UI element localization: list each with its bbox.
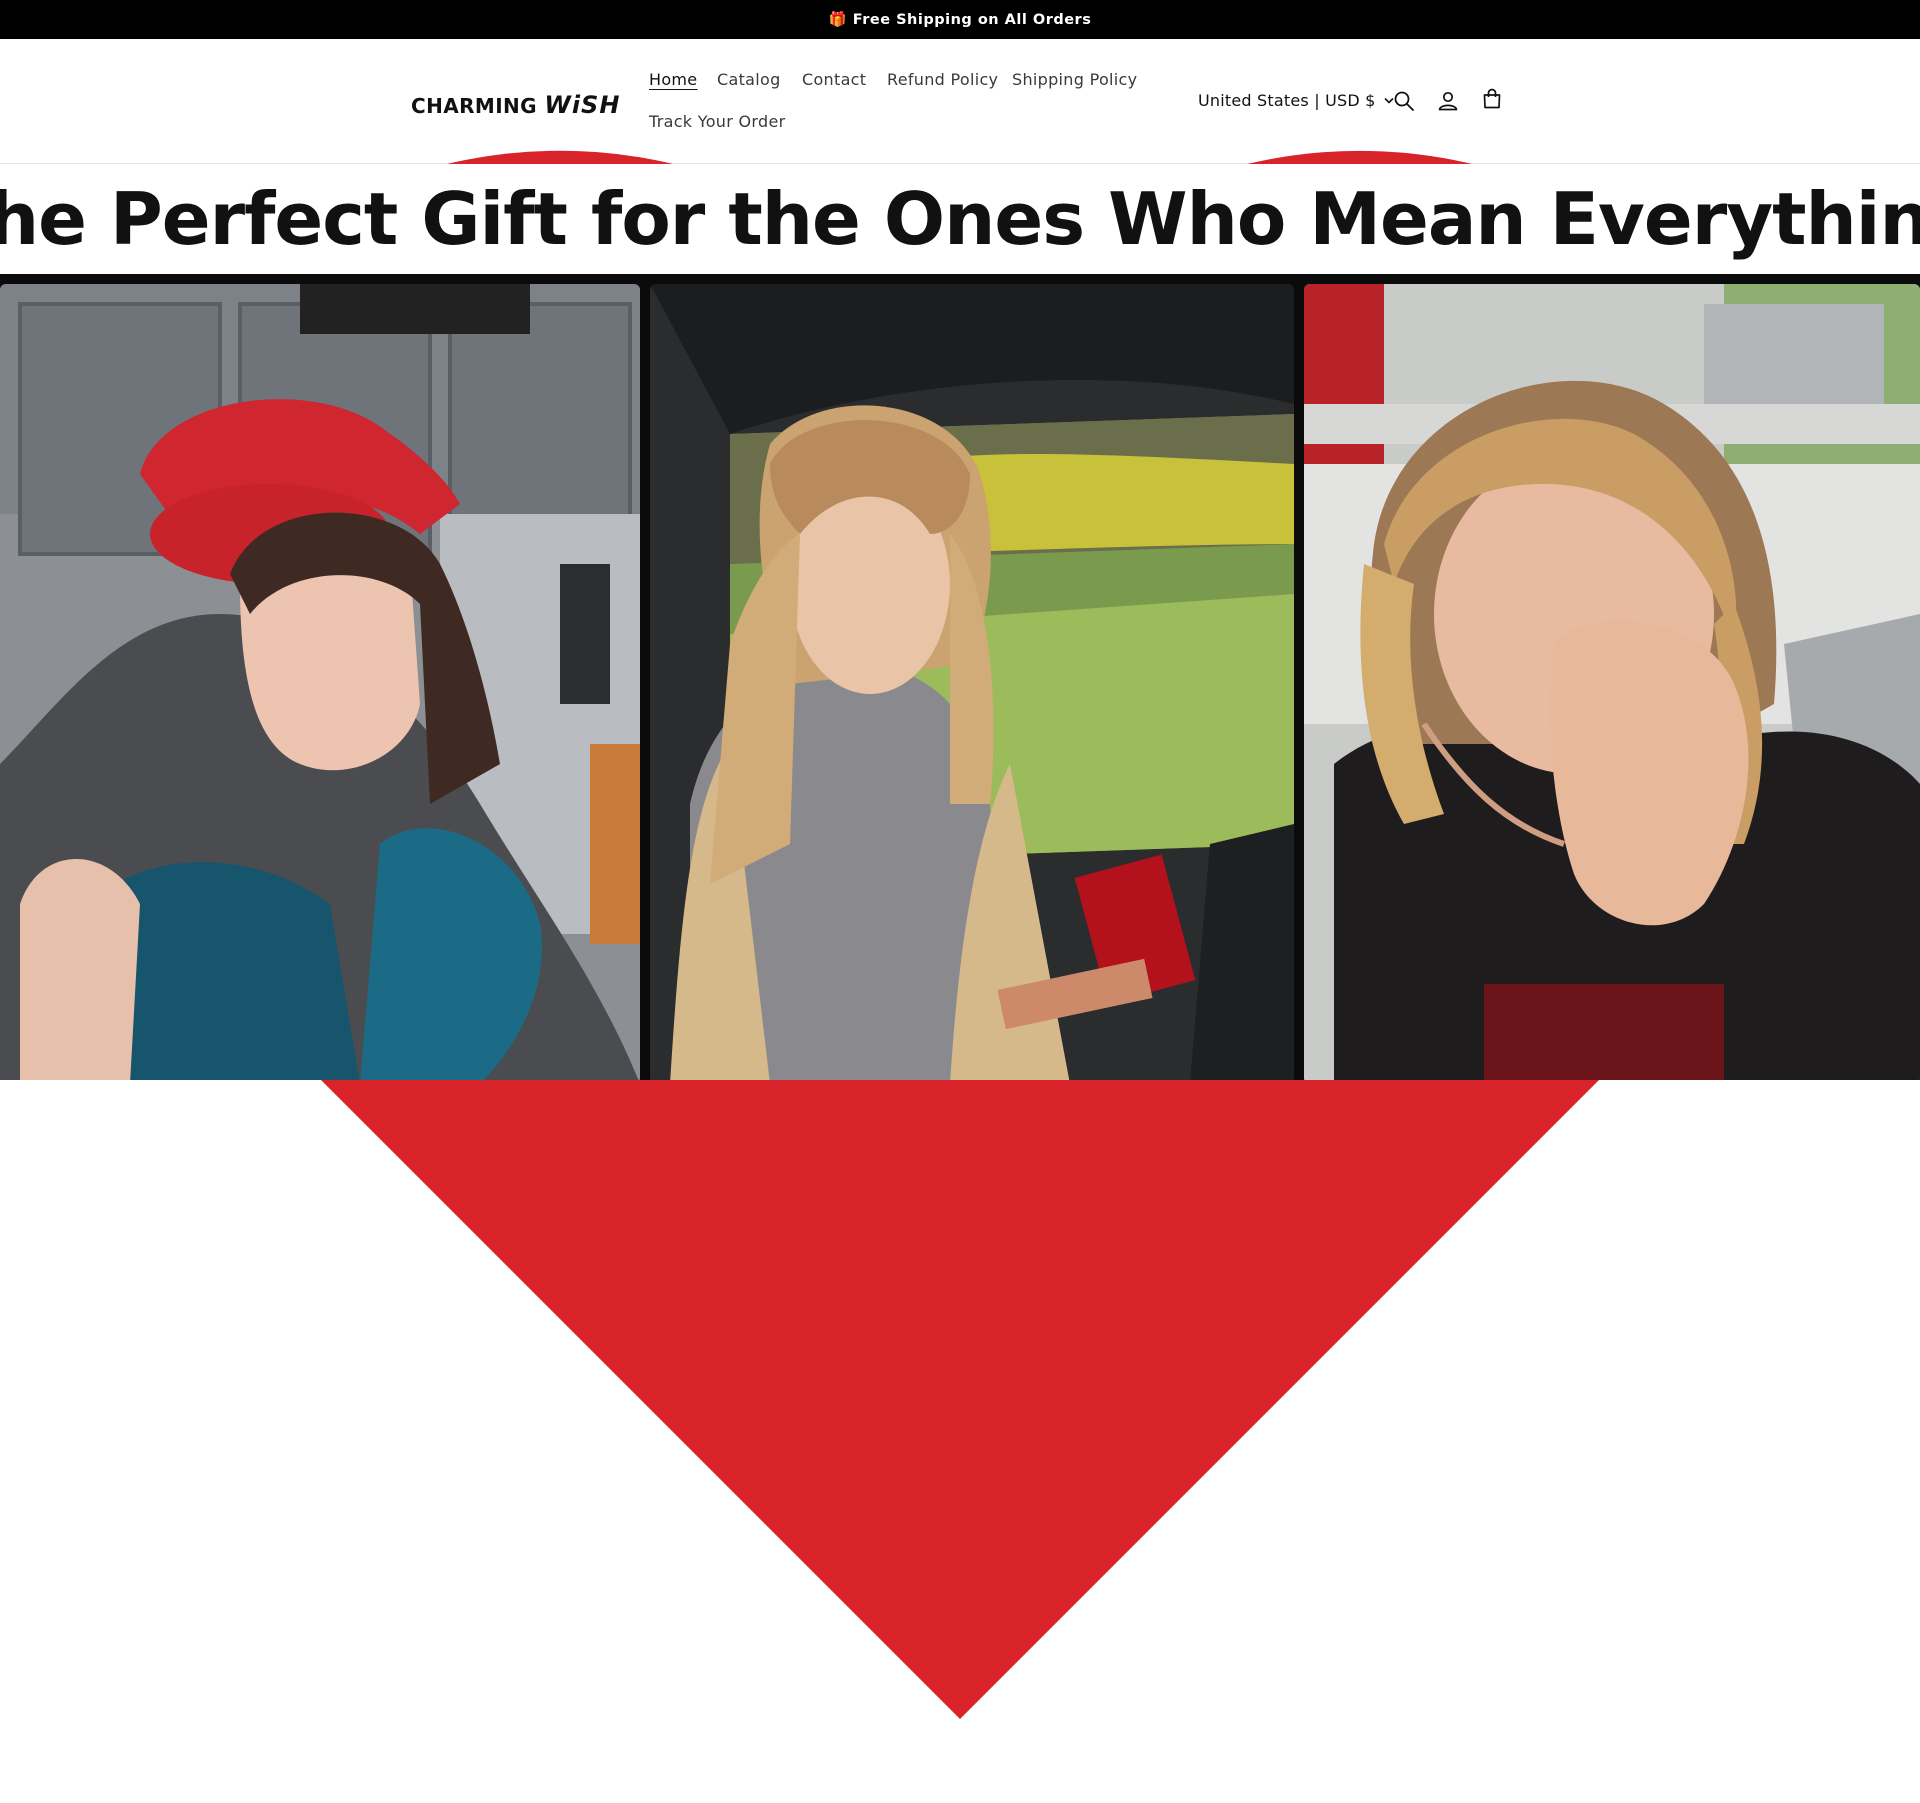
hero-image-collage — [0, 274, 1920, 1080]
logo[interactable]: CHARMING WiSH — [411, 91, 620, 131]
hug-photo — [0, 284, 640, 1080]
car-surprise-photo — [650, 284, 1294, 1080]
site-header: CHARMING WiSH Home Catalog Contact Refun… — [0, 39, 1920, 1719]
country-currency-label: United States | USD $ — [1198, 91, 1376, 110]
logo-text-charming: CHARMING — [411, 94, 545, 118]
hero-title-band: The Perfect Gift for the Ones Who Mean E… — [0, 164, 1920, 274]
announcement-text: 🎁 Free Shipping on All Orders — [828, 12, 1092, 28]
announcement-bar: 🎁 Free Shipping on All Orders — [0, 0, 1920, 39]
logo-text-wish: WiSH — [544, 91, 621, 119]
nav-shipping-policy[interactable]: Shipping Policy — [1012, 70, 1137, 89]
nav-catalog[interactable]: Catalog — [717, 70, 781, 89]
nav-contact[interactable]: Contact — [802, 70, 866, 89]
search-icon[interactable] — [1392, 89, 1416, 113]
country-currency-selector[interactable]: United States | USD $ — [1198, 91, 1394, 110]
nav-track-your-order[interactable]: Track Your Order — [649, 112, 785, 131]
hero-title: The Perfect Gift for the Ones Who Mean E… — [0, 177, 1920, 261]
cart-icon[interactable] — [1480, 87, 1504, 111]
nav-refund-policy[interactable]: Refund Policy — [887, 70, 998, 89]
account-icon[interactable] — [1436, 89, 1460, 113]
nav-home[interactable]: Home — [649, 70, 697, 89]
tearful-reaction-photo — [1304, 284, 1920, 1080]
